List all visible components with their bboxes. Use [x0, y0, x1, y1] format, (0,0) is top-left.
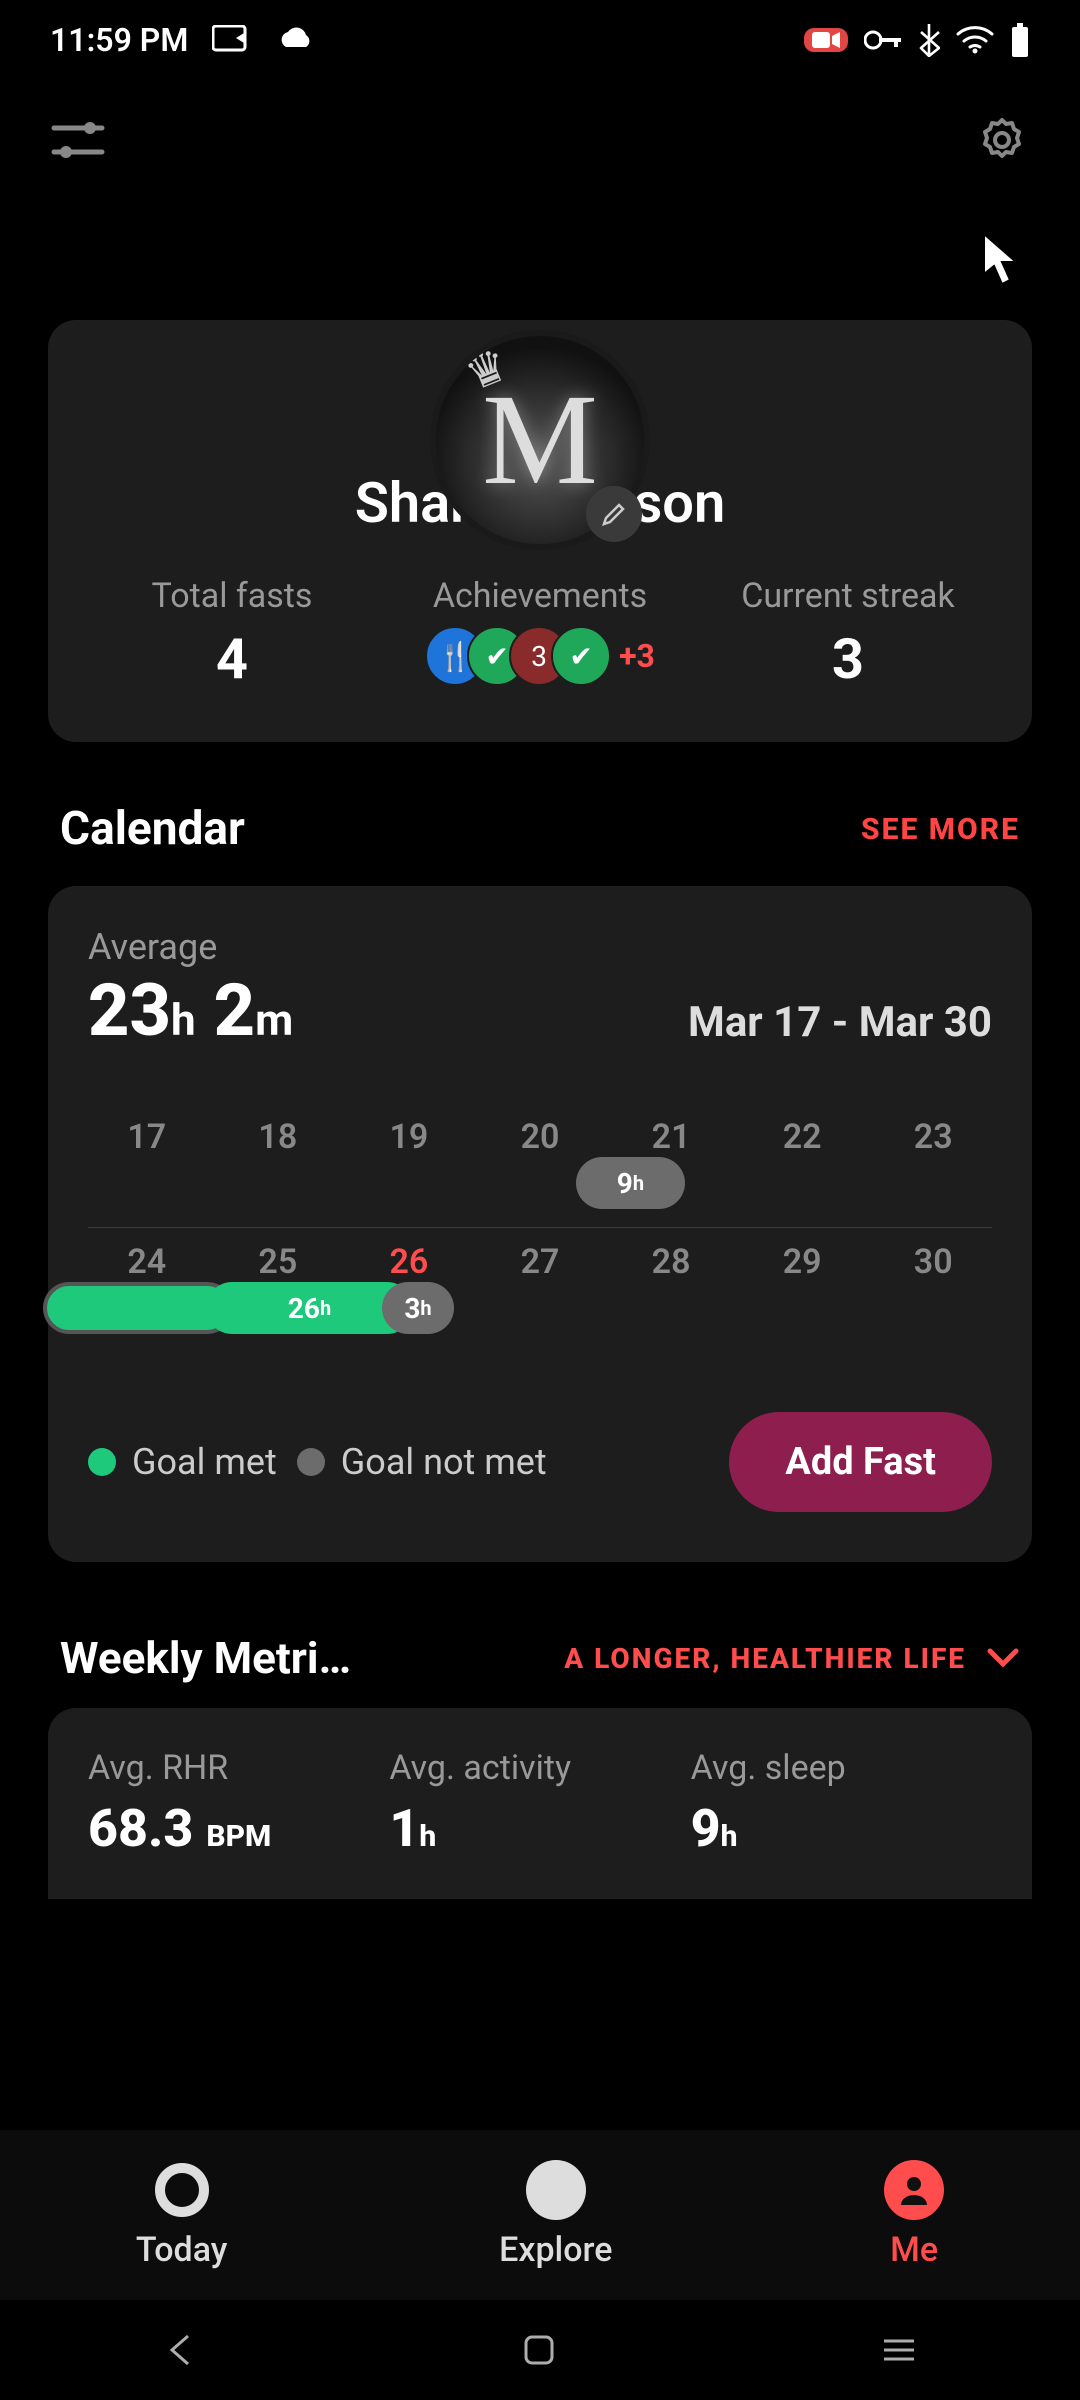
- average-hours: 23: [88, 968, 171, 1053]
- calendar-day[interactable]: 29: [743, 1242, 861, 1282]
- weekly-metrics-header[interactable]: Weekly Metri… A LONGER, HEALTHIER LIFE: [0, 1562, 1080, 1708]
- fast-pill[interactable]: 9h: [576, 1157, 684, 1209]
- fast-pill[interactable]: 3h: [382, 1282, 454, 1334]
- pill-value: 26: [288, 1292, 320, 1325]
- wifi-icon: [956, 26, 994, 54]
- metric-label: Avg. activity: [389, 1748, 690, 1788]
- profile-section: ♛ M Shane Dawson Total fasts 4 Achieveme…: [0, 320, 1080, 742]
- filter-button[interactable]: [48, 110, 108, 170]
- top-toolbar: [0, 80, 1080, 200]
- bluetooth-icon: [918, 23, 940, 57]
- calendar-row: 17 18 19 20 21 22 23 9h: [88, 1103, 992, 1227]
- achievement-badges: 🍴 ✔ 3 ✔ +3: [386, 626, 694, 686]
- settings-button[interactable]: [972, 110, 1032, 170]
- nav-me[interactable]: Me: [884, 2160, 944, 2270]
- stat-value: 3: [694, 626, 1002, 692]
- bottom-nav: Today Explore Me: [0, 2130, 1080, 2300]
- see-more-link[interactable]: SEE MORE: [861, 812, 1020, 847]
- stat-streak[interactable]: Current streak 3: [694, 576, 1002, 692]
- dot-icon: [88, 1448, 116, 1476]
- avatar-container[interactable]: ♛ M: [430, 330, 650, 550]
- compass-icon: [526, 2160, 586, 2220]
- pill-value: 9: [617, 1167, 633, 1200]
- calendar-day[interactable]: 18: [219, 1117, 337, 1157]
- stat-value: 4: [78, 626, 386, 692]
- stat-label: Total fasts: [78, 576, 386, 616]
- achievement-badge-icon: ✔: [551, 626, 611, 686]
- metric-value: 1h: [389, 1798, 690, 1859]
- stat-label: Current streak: [694, 576, 1002, 616]
- metric-label: Avg. sleep: [691, 1748, 992, 1788]
- nav-label: Today: [136, 2230, 228, 2270]
- calendar-day[interactable]: 19: [350, 1117, 468, 1157]
- calendar-day[interactable]: 25: [219, 1242, 337, 1282]
- add-fast-button[interactable]: Add Fast: [729, 1412, 992, 1512]
- fast-pill[interactable]: [43, 1282, 233, 1334]
- weekly-tagline: A LONGER, HEALTHIER LIFE: [371, 1642, 966, 1675]
- system-nav: [0, 2300, 1080, 2400]
- metric-label: Avg. RHR: [88, 1748, 389, 1788]
- average-minutes: 2: [214, 968, 256, 1053]
- calendar-title: Calendar: [60, 802, 245, 856]
- calendar-day[interactable]: 20: [481, 1117, 599, 1157]
- person-icon: [884, 2160, 944, 2220]
- calendar-day[interactable]: 21: [612, 1117, 730, 1157]
- today-icon: [152, 2160, 212, 2220]
- nav-label: Me: [884, 2230, 944, 2270]
- recording-indicator-icon: [804, 28, 848, 52]
- calendar-day-today[interactable]: 26: [350, 1242, 468, 1282]
- stat-achievements[interactable]: Achievements 🍴 ✔ 3 ✔ +3: [386, 576, 694, 686]
- calendar-card: Average 23h 2m Mar 17 - Mar 30 17 18 19 …: [48, 886, 1032, 1562]
- dot-icon: [297, 1448, 325, 1476]
- legend-goal-not-met: Goal not met: [297, 1441, 547, 1483]
- date-range: Mar 17 - Mar 30: [688, 998, 992, 1047]
- metric-activity[interactable]: Avg. activity 1h: [389, 1748, 690, 1859]
- gear-icon: [974, 112, 1030, 168]
- pencil-icon: [601, 501, 627, 527]
- calendar-day[interactable]: 27: [481, 1242, 599, 1282]
- status-time: 11:59 PM: [50, 21, 188, 59]
- calendar-day[interactable]: 17: [88, 1117, 206, 1157]
- metric-value: 9h: [691, 1798, 992, 1859]
- weekly-metrics-card: Avg. RHR 68.3 BPM Avg. activity 1h Avg. …: [48, 1708, 1032, 1899]
- back-icon[interactable]: [162, 2332, 198, 2368]
- battery-icon: [1010, 23, 1030, 57]
- average-label: Average: [88, 926, 293, 968]
- achievement-more: +3: [619, 637, 655, 675]
- recents-icon[interactable]: [880, 2336, 918, 2364]
- nav-label: Explore: [499, 2230, 612, 2270]
- legend-goal-met: Goal met: [88, 1441, 277, 1483]
- legend-label: Goal met: [132, 1441, 277, 1483]
- metric-sleep[interactable]: Avg. sleep 9h: [691, 1748, 992, 1859]
- average-value: 23h 2m: [88, 968, 293, 1053]
- pill-value: 3: [404, 1292, 420, 1325]
- home-icon[interactable]: [522, 2333, 556, 2367]
- calendar-row: 24 25 26 27 28 29 30 26h 3h: [88, 1227, 992, 1352]
- calendar-legend: Goal met Goal not met Add Fast: [88, 1412, 992, 1512]
- calendar-grid: 17 18 19 20 21 22 23 9h 24 25 26 27 28 2…: [88, 1103, 992, 1352]
- cursor-icon: [980, 230, 1024, 290]
- edit-avatar-button[interactable]: [586, 486, 642, 542]
- weekly-title: Weekly Metri…: [60, 1632, 351, 1684]
- calendar-day[interactable]: 28: [612, 1242, 730, 1282]
- calendar-day[interactable]: 24: [88, 1242, 206, 1282]
- nav-today[interactable]: Today: [136, 2160, 228, 2270]
- stat-total-fasts[interactable]: Total fasts 4: [78, 576, 386, 692]
- nav-explore[interactable]: Explore: [499, 2160, 612, 2270]
- stat-label: Achievements: [386, 576, 694, 616]
- cloud-icon: [276, 25, 316, 55]
- calendar-day[interactable]: 23: [874, 1117, 992, 1157]
- status-bar: 11:59 PM: [0, 0, 1080, 80]
- metric-value: 68.3 BPM: [88, 1798, 389, 1859]
- legend-label: Goal not met: [341, 1441, 547, 1483]
- calendar-day[interactable]: 30: [874, 1242, 992, 1282]
- chevron-down-icon: [986, 1647, 1020, 1669]
- sliders-icon: [50, 118, 106, 162]
- calendar-header: Calendar SEE MORE: [0, 742, 1080, 886]
- cast-icon: [212, 25, 252, 55]
- metric-rhr[interactable]: Avg. RHR 68.3 BPM: [88, 1748, 389, 1859]
- vpn-key-icon: [864, 29, 902, 51]
- calendar-day[interactable]: 22: [743, 1117, 861, 1157]
